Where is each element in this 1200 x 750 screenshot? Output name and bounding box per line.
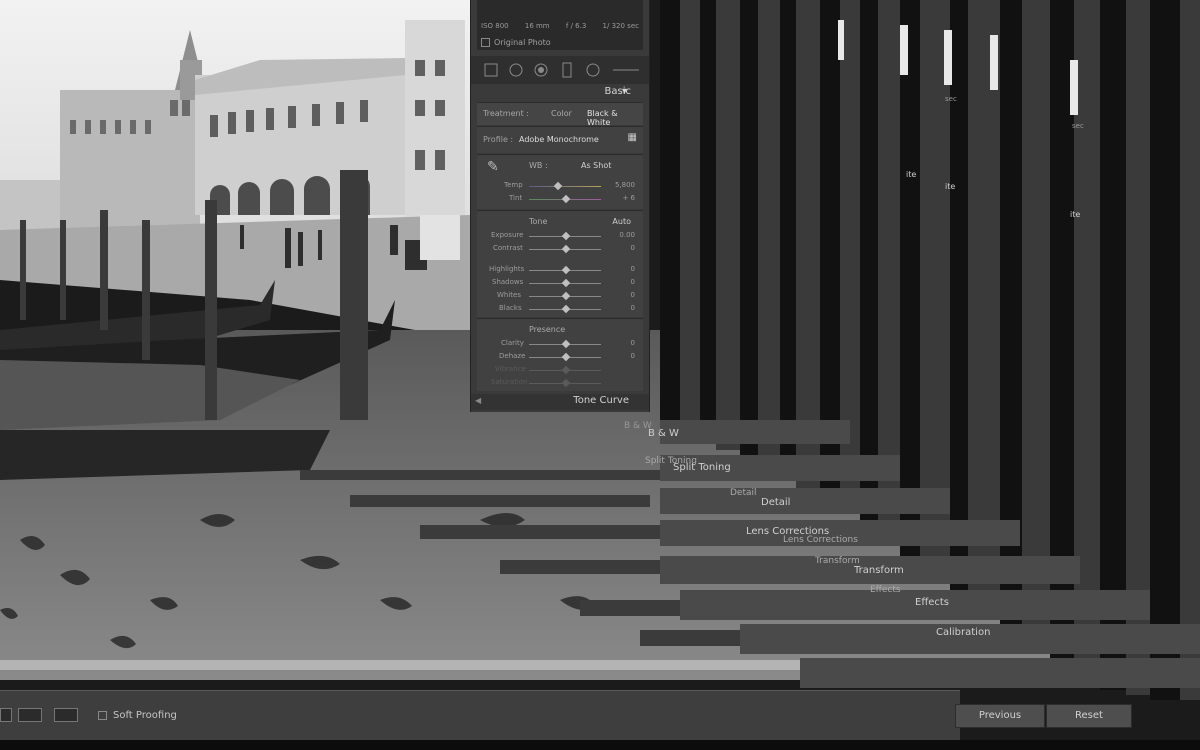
panel-split-toning[interactable]: Split Toning <box>673 462 731 473</box>
clarity-slider-thumb[interactable] <box>561 339 571 349</box>
graduated-filter-icon[interactable] <box>562 62 572 78</box>
whites-label: Whites <box>497 291 522 299</box>
histogram: ISO 800 16 mm f / 6.3 1/ 320 sec Origina… <box>477 0 643 50</box>
bottom-toolbar: Soft Proofing <box>0 690 960 741</box>
aperture-readout: f / 6.3 <box>565 22 587 30</box>
loupe-view-icon[interactable] <box>0 708 12 722</box>
shutter-readout: 1/ 320 sec <box>602 22 639 30</box>
ghost-sec-label: sec <box>1072 122 1084 130</box>
contrast-slider-thumb[interactable] <box>561 244 571 254</box>
highlights-label: Highlights <box>489 265 525 273</box>
status-bar <box>0 740 1200 750</box>
collapse-icon[interactable]: ▾ <box>622 86 627 97</box>
basic-title: Basic <box>604 86 631 97</box>
tint-label: Tint <box>509 194 523 202</box>
focal-readout: 16 mm <box>524 22 550 30</box>
treatment-row: Treatment : Color Black & White <box>477 102 643 127</box>
ghost-col-label: ite <box>1070 210 1081 219</box>
clarity-label: Clarity <box>501 339 524 347</box>
treatment-label: Treatment : <box>483 109 529 118</box>
vibrance-slider-thumb[interactable] <box>561 365 571 375</box>
ghost-col-label: ite <box>945 182 956 191</box>
temp-value[interactable]: 5,800 <box>615 181 635 189</box>
highlights-value[interactable]: 0 <box>631 265 635 273</box>
soft-proofing-checkbox[interactable] <box>98 711 107 720</box>
shadows-value[interactable]: 0 <box>631 278 635 286</box>
profile-browser-icon[interactable]: ▦ <box>628 132 637 143</box>
ghost-detail-label: Detail <box>730 488 757 498</box>
compare-view-icon[interactable] <box>54 708 78 722</box>
shadows-slider-thumb[interactable] <box>561 278 571 288</box>
contrast-value[interactable]: 0 <box>631 244 635 252</box>
exposure-value[interactable]: 0.00 <box>619 231 635 239</box>
blacks-label: Blacks <box>499 304 522 312</box>
wb-dropdown[interactable]: As Shot <box>581 161 611 170</box>
panel-transform[interactable]: Transform <box>854 565 904 576</box>
original-photo-label: Original Photo <box>494 38 551 47</box>
blacks-value[interactable]: 0 <box>631 304 635 312</box>
saturation-label: Saturation <box>491 378 528 386</box>
clarity-value[interactable]: 0 <box>631 339 635 347</box>
panel-detail[interactable]: Detail <box>761 497 790 508</box>
exposure-slider-thumb[interactable] <box>561 231 571 241</box>
contrast-label: Contrast <box>493 244 523 252</box>
profile-dropdown[interactable]: Adobe Monochrome <box>519 135 599 144</box>
tool-strip <box>471 56 649 84</box>
shadows-label: Shadows <box>492 278 524 286</box>
presence-label: Presence <box>529 325 566 334</box>
ghost-col-label: ite <box>906 170 917 179</box>
wb-section: ✎ WB : As Shot Temp 5,800 Tint + 6 <box>477 154 643 209</box>
temp-label: Temp <box>504 181 523 189</box>
panel-effects[interactable]: Effects <box>915 597 949 608</box>
eyedropper-icon[interactable]: ✎ <box>487 159 499 175</box>
blacks-slider-thumb[interactable] <box>561 304 571 314</box>
original-photo-checkbox[interactable] <box>481 38 490 47</box>
tone-label: Tone <box>529 217 548 226</box>
panel-calibration[interactable]: Calibration <box>936 627 990 638</box>
exposure-label: Exposure <box>491 231 524 239</box>
dehaze-value[interactable]: 0 <box>631 352 635 360</box>
expand-icon[interactable]: ◀ <box>475 396 481 405</box>
profile-label: Profile : <box>483 135 514 144</box>
auto-button[interactable]: Auto <box>612 217 631 226</box>
soft-proofing-label: Soft Proofing <box>113 710 177 721</box>
before-after-view-icon[interactable] <box>18 708 42 722</box>
tint-value[interactable]: + 6 <box>622 194 635 202</box>
temp-slider-thumb[interactable] <box>553 181 563 191</box>
highlights-slider-thumb[interactable] <box>561 265 571 275</box>
saturation-slider-thumb[interactable] <box>561 378 571 388</box>
whites-slider-thumb[interactable] <box>561 291 571 301</box>
spot-removal-icon[interactable] <box>509 63 523 77</box>
reset-button[interactable]: Reset <box>1046 704 1132 728</box>
develop-panel: ISO 800 16 mm f / 6.3 1/ 320 sec Origina… <box>470 0 650 412</box>
tone-curve-title: Tone Curve <box>573 395 629 406</box>
temp-slider[interactable] <box>529 186 601 187</box>
panel-lens-corrections[interactable]: Lens Corrections <box>746 526 829 537</box>
basic-panel-header[interactable]: Basic ▾ <box>471 86 649 100</box>
panel-bw[interactable]: B & W <box>624 421 652 431</box>
wb-label: WB : <box>529 161 548 170</box>
vibrance-label: Vibrance <box>495 365 526 373</box>
iso-readout: ISO 800 <box>481 22 509 30</box>
previous-button[interactable]: Previous <box>955 704 1045 728</box>
dehaze-slider-thumb[interactable] <box>561 352 571 362</box>
whites-value[interactable]: 0 <box>631 291 635 299</box>
ghost-bw-label: B & W <box>648 428 679 439</box>
presence-section: Presence Clarity 0 Dehaze 0 Vibrance Sat… <box>477 318 643 391</box>
ghost-sec-label: sec <box>945 95 957 103</box>
tone-curve-header[interactable]: ◀ Tone Curve <box>471 394 649 410</box>
treatment-bw[interactable]: Black & White <box>587 109 643 127</box>
ghost-effects-label: Effects <box>870 585 901 595</box>
dehaze-label: Dehaze <box>499 352 526 360</box>
profile-row: Profile : Adobe Monochrome ▦ <box>477 126 643 153</box>
tone-section: Tone Auto Exposure 0.00 Contrast 0 Highl… <box>477 210 643 317</box>
tint-slider-thumb[interactable] <box>561 194 571 204</box>
crop-icon[interactable] <box>484 63 498 77</box>
glitch-panel-echoes <box>660 0 1200 700</box>
treatment-color[interactable]: Color <box>551 109 572 118</box>
radial-filter-icon[interactable] <box>586 63 600 77</box>
